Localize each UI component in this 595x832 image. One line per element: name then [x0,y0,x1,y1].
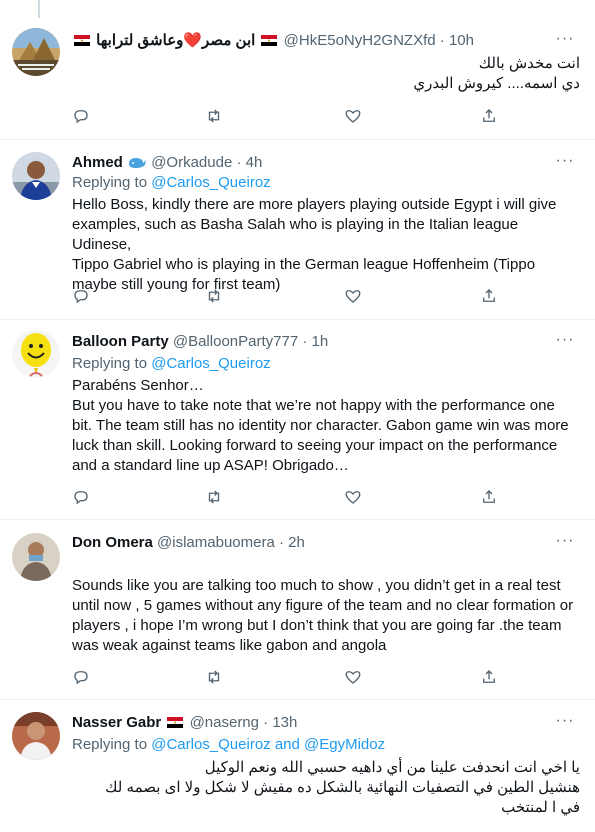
timestamp[interactable]: 10h [449,32,474,49]
tweet-text-line: luck than skill. Looking forward to seei… [72,437,558,454]
man-portrait-avatar[interactable] [12,712,60,760]
tweet-text-line: and a standard line up ASAP! Obrigado… [72,457,349,474]
tweet-header: Balloon Party @BalloonParty777 · 1h [72,331,595,353]
reply-icon[interactable] [72,107,92,127]
display-name[interactable]: Balloon Party [72,333,169,350]
thread-connector-line [38,0,40,18]
tweet[interactable]: Ahmed @Orkadude · 4h ··· Replying to @Ca… [0,140,595,320]
tweet-text-line: bit. The team still has no identity nor … [72,417,569,434]
person-avatar[interactable] [12,533,60,581]
tweet[interactable]: ابن مصر❤️وعاشق لترابها @HkE5oNyH2GNZXfd … [0,18,595,140]
tweet-text-line: players , i hope I’m wrong but I don’t t… [72,617,562,634]
like-icon[interactable] [344,668,364,688]
user-handle[interactable]: @HkE5oNyH2GNZXfd [284,32,436,49]
mention-link[interactable]: @Carlos_Queiroz [151,355,270,372]
timestamp[interactable]: 13h [272,714,297,731]
tweet[interactable]: Balloon Party @BalloonParty777 · 1h ··· … [0,320,595,520]
separator-dot: · [263,714,269,731]
tweet-actions [72,287,512,307]
tweet-text-line: دي اسمه.... كيروش البدري [413,75,580,92]
timestamp[interactable]: 2h [288,534,305,551]
mention-link[interactable]: @Carlos_Queiroz [151,174,270,191]
tweet-text-line: في ا لمنتخب [501,799,580,816]
tweet[interactable]: Nasser Gabr @naserng · 13h ··· Replying … [0,700,595,832]
tweet-header: Nasser Gabr @naserng · 13h [72,712,595,734]
display-name[interactable]: Nasser Gabr [72,714,161,731]
display-name[interactable]: Don Omera [72,534,153,551]
tweet-actions [72,488,512,508]
user-handle[interactable]: @naserng [190,714,259,731]
replying-to-label: Replying to [72,355,148,372]
replying-to: Replying to @Carlos_Queiroz [72,173,271,193]
retweet-icon[interactable] [205,488,225,508]
flag-egypt-icon [74,31,90,46]
tweet-text: يا اخي انت انحدفت علينا من أي داهيه حسبي… [72,758,580,818]
tweet-header: ابن مصر❤️وعاشق لترابها @HkE5oNyH2GNZXfd … [72,30,595,52]
tweet[interactable]: Don Omera @islamabuomera · 2h ··· Sounds… [0,520,595,700]
replying-to-label: Replying to [72,736,148,753]
mention-link[interactable]: @Carlos_Queiroz and @EgyMidoz [151,736,385,753]
tweet-text: انت مخدش بالك دي اسمه.... كيروش البدري [72,54,580,94]
replying-to-label: Replying to [72,174,148,191]
retweet-icon[interactable] [205,668,225,688]
user-handle[interactable]: @Orkadude [151,154,232,171]
share-icon[interactable] [480,488,500,508]
share-icon[interactable] [480,107,500,127]
tweet-actions [72,668,512,688]
share-icon[interactable] [480,287,500,307]
more-options-icon[interactable]: ··· [555,153,575,174]
reply-icon[interactable] [72,668,92,688]
tweet-text-line: انت مخدش بالك [478,55,580,72]
like-icon[interactable] [344,107,364,127]
smiley-balloon-avatar[interactable] [12,330,60,378]
timestamp[interactable]: 1h [312,333,329,350]
tweet-text-line: But you have to take note that we’re not… [72,397,555,414]
timestamp[interactable]: 4h [246,154,263,171]
user-handle[interactable]: @islamabuomera [157,534,275,551]
separator-dot: · [439,32,445,49]
tweet-text-line: Parabéns Senhor… [72,377,204,394]
retweet-icon[interactable] [205,107,225,127]
separator-dot: · [278,534,284,551]
more-options-icon[interactable]: ··· [555,713,575,734]
like-icon[interactable] [344,488,364,508]
retweet-icon[interactable] [205,287,225,307]
more-options-icon[interactable]: ··· [555,332,575,353]
display-name[interactable]: Ahmed [72,154,123,171]
tweet-text-line: was weak against teams like gabon and an… [72,637,387,654]
tweet-text-line: examples, such as Basha Salah who is pla… [72,216,519,253]
tweet-text-line: يا اخي انت انحدفت علينا من أي داهيه حسبي… [204,759,580,776]
tweet-text: Hello Boss, kindly there are more player… [72,195,580,295]
replying-to: Replying to @Carlos_Queiroz [72,354,271,374]
tweet-header: Don Omera @islamabuomera · 2h [72,532,595,554]
reply-icon[interactable] [72,287,92,307]
tweet-text: Parabéns Senhor… But you have to take no… [72,376,580,476]
replying-to: Replying to @Carlos_Queiroz and @EgyMido… [72,735,385,755]
display-name[interactable]: ابن مصر❤️وعاشق لترابها [96,32,255,49]
separator-dot: · [236,154,242,171]
tweet-text: Sounds like you are talking too much to … [72,576,580,656]
separator-dot: · [302,333,308,350]
tweet-header: Ahmed @Orkadude · 4h [72,152,595,174]
tweet-text-line: Hello Boss, kindly there are more player… [72,196,557,213]
tweet-text-line: Tippo Gabriel who is playing in the Germ… [72,256,536,273]
flag-egypt-icon [261,31,278,46]
tweet-actions [72,107,512,127]
user-handle[interactable]: @BalloonParty777 [173,333,298,350]
share-icon[interactable] [480,668,500,688]
like-icon[interactable] [344,287,364,307]
tweet-text-line: Sounds like you are talking too much to … [72,577,561,594]
flag-egypt-icon [167,713,184,728]
football-player-avatar[interactable] [12,152,60,200]
tweet-text-line: هنشيل الطين في التصفيات النهائية بالشكل … [105,779,580,796]
tweet-text-line: until now , 5 games without any figure o… [72,597,574,614]
more-options-icon[interactable]: ··· [555,533,575,554]
reply-icon[interactable] [72,488,92,508]
more-options-icon[interactable]: ··· [555,31,575,52]
pyramids-avatar[interactable] [12,28,60,76]
